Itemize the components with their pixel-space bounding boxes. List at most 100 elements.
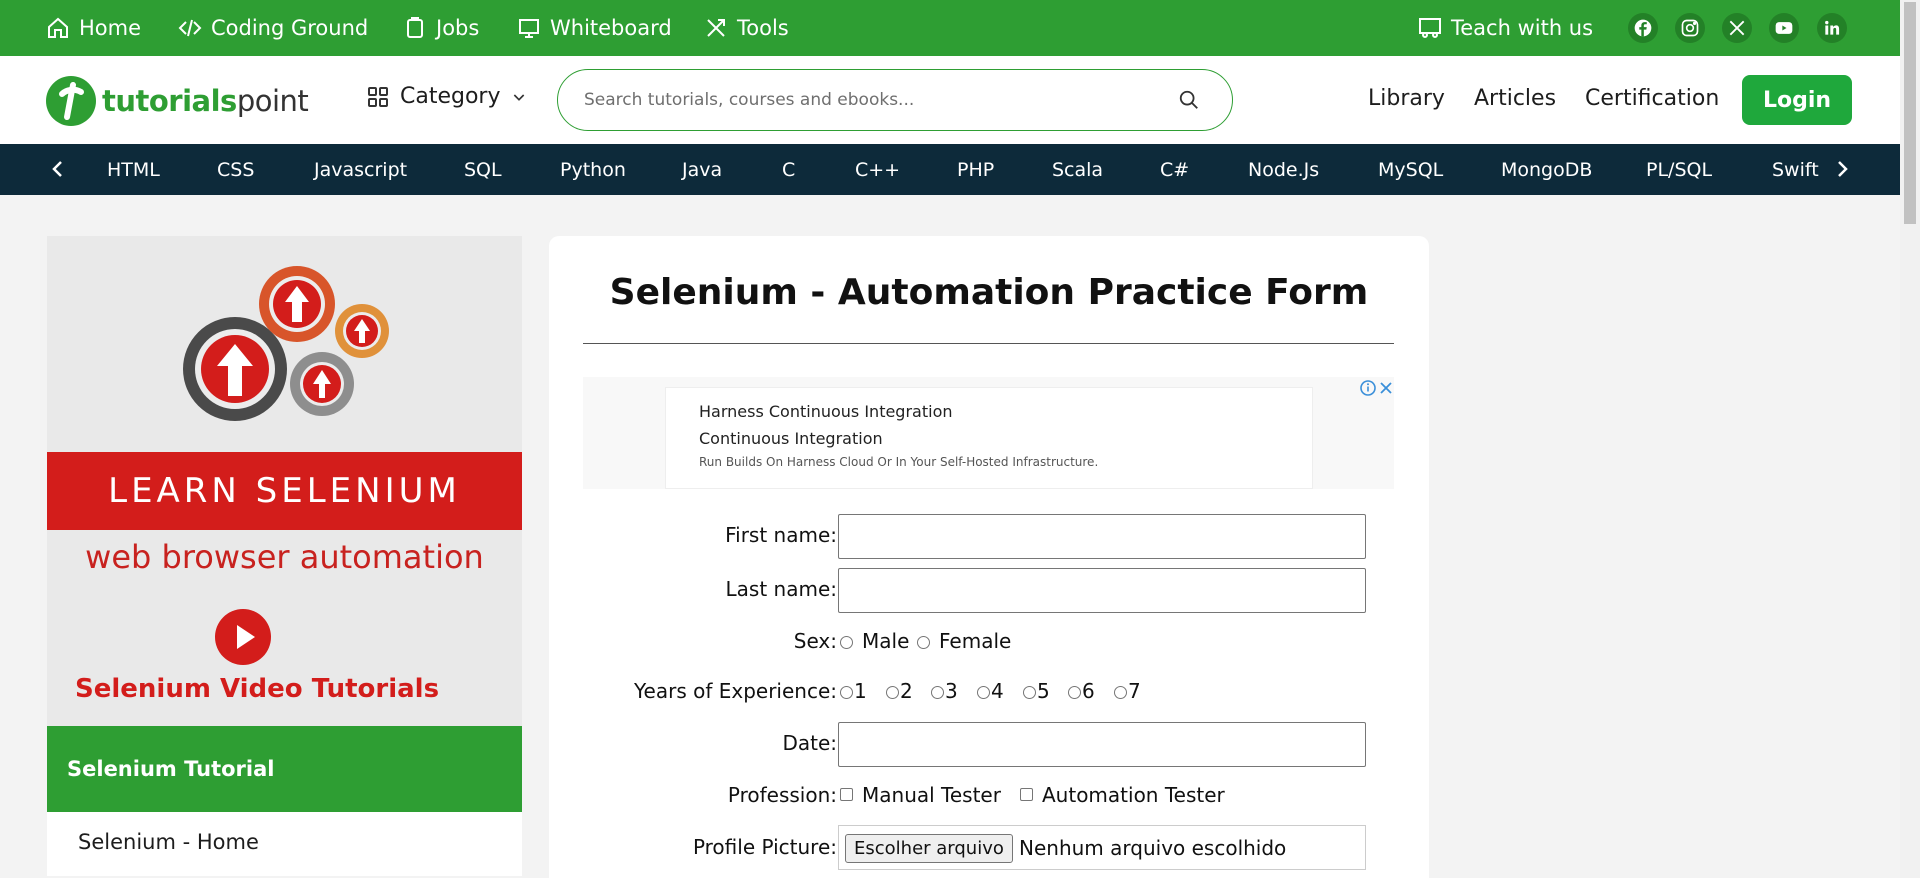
file-status-text: Nenhum arquivo escolhido (1019, 836, 1287, 860)
jobs-link[interactable]: Jobs (403, 0, 479, 56)
coding-ground-label: Coding Ground (211, 16, 369, 40)
top-bar: Home Coding Ground Jobs Whiteboard Tools… (0, 0, 1900, 56)
first-name-label: First name: (725, 523, 837, 547)
experience-radio-4[interactable] (977, 686, 990, 699)
ad-line-2: Continuous Integration (699, 429, 883, 448)
tag-nav: HTML CSS Javascript SQL Python Java C C+… (0, 144, 1900, 195)
tag-mysql[interactable]: MySQL (1378, 159, 1443, 181)
search-icon[interactable] (1178, 89, 1200, 111)
experience-option-2: 2 (900, 679, 913, 703)
ad-content[interactable]: Harness Continuous Integration Continuou… (665, 387, 1313, 489)
ad-line-1: Harness Continuous Integration (699, 402, 953, 421)
manual-tester-checkbox[interactable] (840, 788, 853, 801)
manual-tester-label: Manual Tester (862, 783, 1001, 807)
tag-php[interactable]: PHP (957, 159, 994, 181)
chevron-right-icon[interactable] (1830, 157, 1854, 181)
home-label: Home (79, 16, 142, 40)
page-title: Selenium - Automation Practice Form (609, 272, 1369, 313)
date-input[interactable] (838, 722, 1366, 767)
divider (583, 343, 1394, 344)
tag-sql[interactable]: SQL (464, 159, 502, 181)
experience-radio-7[interactable] (1114, 686, 1127, 699)
banner-video-text: Selenium Video Tutorials (75, 674, 440, 704)
automation-tester-label: Automation Tester (1042, 783, 1225, 807)
x-link[interactable] (1720, 11, 1754, 45)
search-input[interactable] (584, 86, 1144, 114)
automation-tester-checkbox[interactable] (1020, 788, 1033, 801)
ad-line-3: Run Builds On Harness Cloud Or In Your S… (699, 455, 1099, 469)
category-label: Category (400, 84, 501, 109)
tools-icon (707, 19, 725, 37)
x-icon (1729, 20, 1745, 36)
profile-picture-label: Profile Picture: (692, 835, 837, 859)
main-card: Selenium - Automation Practice Form Harn… (549, 236, 1429, 878)
page-scrollbar[interactable] (1900, 0, 1920, 878)
whiteboard-icon (519, 19, 539, 38)
library-link[interactable]: Library (1368, 86, 1445, 111)
gears-icon (183, 266, 389, 421)
last-name-input[interactable] (838, 568, 1366, 613)
experience-option-7: 7 (1128, 679, 1141, 703)
home-icon (48, 17, 68, 38)
experience-radio-2[interactable] (886, 686, 899, 699)
female-radio[interactable] (917, 636, 930, 649)
tag-css[interactable]: CSS (217, 159, 254, 181)
experience-radio-3[interactable] (931, 686, 944, 699)
chevron-down-icon (513, 93, 524, 101)
youtube-link[interactable] (1767, 11, 1801, 45)
experience-option-1: 1 (854, 679, 867, 703)
home-link[interactable]: Home (46, 0, 141, 56)
sex-label: Sex: (793, 629, 837, 653)
tag-plsql[interactable]: PL/SQL (1646, 159, 1712, 181)
instagram-link[interactable] (1673, 11, 1707, 45)
sidebar-heading: Selenium Tutorial (47, 726, 522, 812)
last-name-label: Last name: (725, 577, 837, 601)
login-button[interactable]: Login (1742, 75, 1852, 125)
sidebar-item-home[interactable]: Selenium - Home (47, 812, 522, 876)
male-radio[interactable] (840, 636, 853, 649)
category-dropdown[interactable]: Category (366, 84, 537, 109)
tools-label: Tools (737, 16, 789, 40)
tag-c[interactable]: C (782, 159, 795, 181)
scrollbar-thumb[interactable] (1904, 2, 1916, 224)
ad-close-icon[interactable] (1378, 379, 1394, 397)
whiteboard-link[interactable]: Whiteboard (517, 0, 672, 56)
code-icon (178, 19, 202, 37)
tag-scala[interactable]: Scala (1052, 159, 1103, 181)
tag-python[interactable]: Python (560, 159, 626, 181)
teach-label: Teach with us (1451, 16, 1594, 40)
ad-banner[interactable]: Harness Continuous Integration Continuou… (583, 377, 1394, 489)
experience-radio-1[interactable] (840, 686, 853, 699)
banner-title: LEARN SELENIUM (47, 452, 522, 530)
tag-javascript[interactable]: Javascript (314, 159, 407, 181)
linkedin-link[interactable] (1815, 11, 1849, 45)
tag-java[interactable]: Java (682, 159, 722, 181)
date-label: Date: (782, 731, 837, 755)
tag-cpp[interactable]: C++ (855, 159, 900, 181)
male-label: Male (862, 629, 910, 653)
ad-info-icon[interactable] (1359, 379, 1377, 397)
experience-radio-5[interactable] (1023, 686, 1036, 699)
tools-link[interactable]: Tools (704, 0, 789, 56)
logo[interactable]: tutorialspoint (46, 76, 309, 126)
experience-option-3: 3 (945, 679, 958, 703)
first-name-input[interactable] (838, 514, 1366, 559)
tag-mongodb[interactable]: MongoDB (1501, 159, 1592, 181)
teach-icon (1419, 18, 1441, 38)
tag-html[interactable]: HTML (107, 159, 160, 181)
articles-link[interactable]: Articles (1474, 86, 1556, 111)
experience-radio-6[interactable] (1068, 686, 1081, 699)
facebook-link[interactable] (1626, 11, 1660, 45)
logo-mark (46, 76, 96, 126)
choose-file-button[interactable]: Escolher arquivo (845, 834, 1013, 863)
tag-nodejs[interactable]: Node.Js (1248, 159, 1319, 181)
certification-link[interactable]: Certification (1585, 86, 1719, 111)
selenium-banner[interactable]: LEARN SELENIUM web browser automation Se… (47, 236, 522, 726)
profession-label: Profession: (727, 783, 837, 807)
facebook-icon (1634, 19, 1652, 37)
chevron-left-icon[interactable] (46, 157, 70, 181)
coding-ground-link[interactable]: Coding Ground (178, 0, 368, 56)
teach-link[interactable]: Teach with us (1418, 0, 1593, 56)
tag-swift[interactable]: Swift (1772, 159, 1819, 181)
tag-csharp[interactable]: C# (1160, 159, 1189, 181)
